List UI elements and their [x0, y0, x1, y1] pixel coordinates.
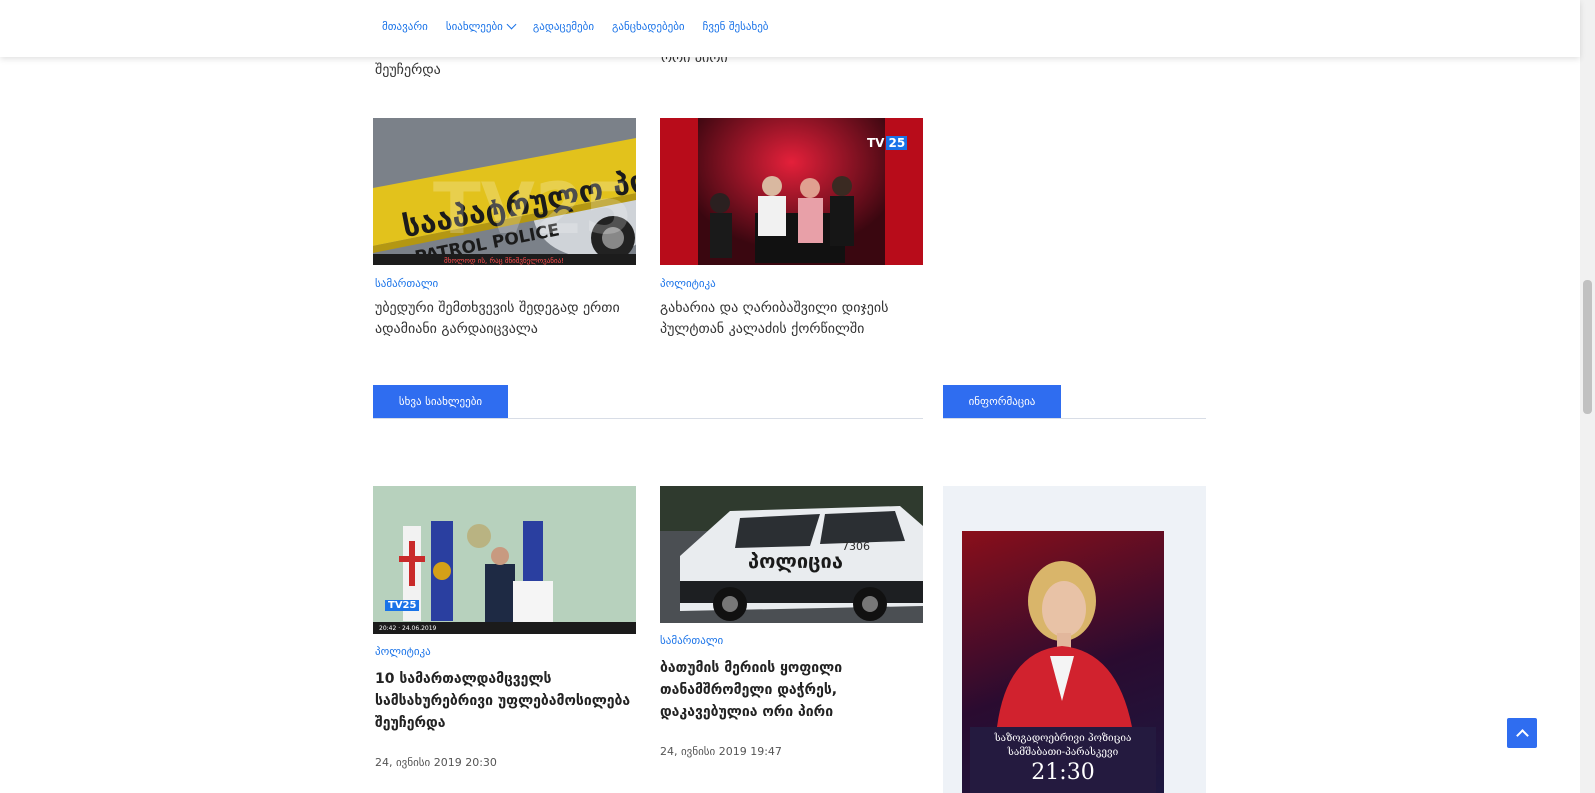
nav-item-home[interactable]: მთავარი	[382, 20, 428, 33]
chevron-down-icon	[506, 19, 517, 30]
chevron-up-icon	[1515, 728, 1529, 742]
article-thumbnail[interactable]: 20:42 · 24.06.2019 TV25	[373, 486, 636, 634]
article-category[interactable]: სამართალი	[375, 277, 438, 290]
nav-item-announcements[interactable]: განცხადებები	[612, 20, 685, 33]
article-date: 24, ივნისი 2019 20:30	[375, 756, 497, 769]
scrollbar-thumb[interactable]	[1583, 280, 1592, 414]
nav-item-label: განცხადებები	[612, 20, 685, 33]
nav-item-label: ჩვენ შესახებ	[702, 20, 769, 33]
section-divider	[373, 418, 923, 419]
tv25-watermark: TV25	[433, 168, 632, 250]
thumbnail-ticker: 20:42 · 24.06.2019	[379, 625, 437, 632]
article-headline[interactable]: ბათუმის მერიის ყოფილი თანამშრომელი დაჭრე…	[660, 657, 922, 723]
article-category[interactable]: სამართალი	[660, 634, 723, 647]
article-headline[interactable]: გახარია და ღარიბაშვილი დიჯეის პულტთან კა…	[660, 298, 920, 340]
promo-title: საზოგადოებრივი პოზიცია	[994, 733, 1132, 744]
tv25-logo: TV25	[385, 600, 420, 611]
promo-time: 21:30	[1031, 760, 1095, 785]
back-to-top-button[interactable]	[1507, 718, 1537, 748]
article-category[interactable]: პოლიტიკა	[660, 277, 716, 290]
section-tab-info[interactable]: ინფორმაცია	[943, 385, 1061, 418]
thumbnail-caption: მხოლოდ ის, რაც მნიშვნელოვანია!	[444, 256, 564, 265]
presenter-image	[997, 561, 1132, 727]
promo-days: სამშაბათი-პარასკევი	[1007, 747, 1119, 758]
show-promo-banner[interactable]: საზოგადოებრივი პოზიცია სამშაბათი-პარასკე…	[962, 531, 1164, 793]
article-headline[interactable]: უბედური შემთხვევის შედეგად ერთი ადამიანი…	[375, 298, 635, 340]
nav-item-about[interactable]: ჩვენ შესახებ	[703, 20, 769, 33]
article-headline[interactable]: 10 სამართალდამცველს სამსახურებრივი უფლებ…	[375, 668, 635, 734]
tv25-logo: TV25	[867, 136, 908, 150]
car-number: 7306	[842, 540, 870, 553]
section-divider	[943, 418, 1206, 419]
section-tab-other-news[interactable]: სხვა სიახლეები	[373, 385, 508, 418]
nav-item-label: სიახლეები	[445, 20, 503, 33]
page-scrollbar[interactable]	[1580, 0, 1595, 793]
patrol-tape-image: სააპატრულო პოლიცია PATROL POLICE TV25 მხ…	[373, 118, 636, 265]
nav-item-news[interactable]: სიახლეები	[445, 19, 517, 33]
nav-item-label: მთავარი	[382, 20, 428, 33]
nav-item-shows[interactable]: გადაცემები	[533, 20, 594, 33]
article-thumbnail[interactable]: TV 25	[660, 118, 923, 265]
article-thumbnail[interactable]: პოლიცია 7306	[660, 486, 923, 623]
press-conference-image: 20:42 · 24.06.2019	[373, 486, 636, 634]
car-decal-text: პოლიცია	[748, 549, 843, 573]
article-category[interactable]: პოლიტიკა	[375, 645, 431, 658]
nav-item-label: გადაცემები	[532, 20, 595, 33]
article-date: 24, ივნისი 2019 19:47	[660, 745, 782, 758]
cut-headline-left[interactable]: შეუჩერდა	[375, 60, 441, 80]
promo-caption: საზოგადოებრივი პოზიცია სამშაბათი-პარასკე…	[970, 727, 1156, 793]
page: შეუჩერდა ორი პირი მთავარი სიახლეები გადა…	[0, 0, 1595, 793]
top-navigation: მთავარი სიახლეები გადაცემები განცხადებებ…	[0, 0, 1580, 57]
article-thumbnail[interactable]: სააპატრულო პოლიცია PATROL POLICE TV25 მხ…	[373, 118, 636, 265]
police-car-image: პოლიცია 7306	[660, 486, 923, 623]
